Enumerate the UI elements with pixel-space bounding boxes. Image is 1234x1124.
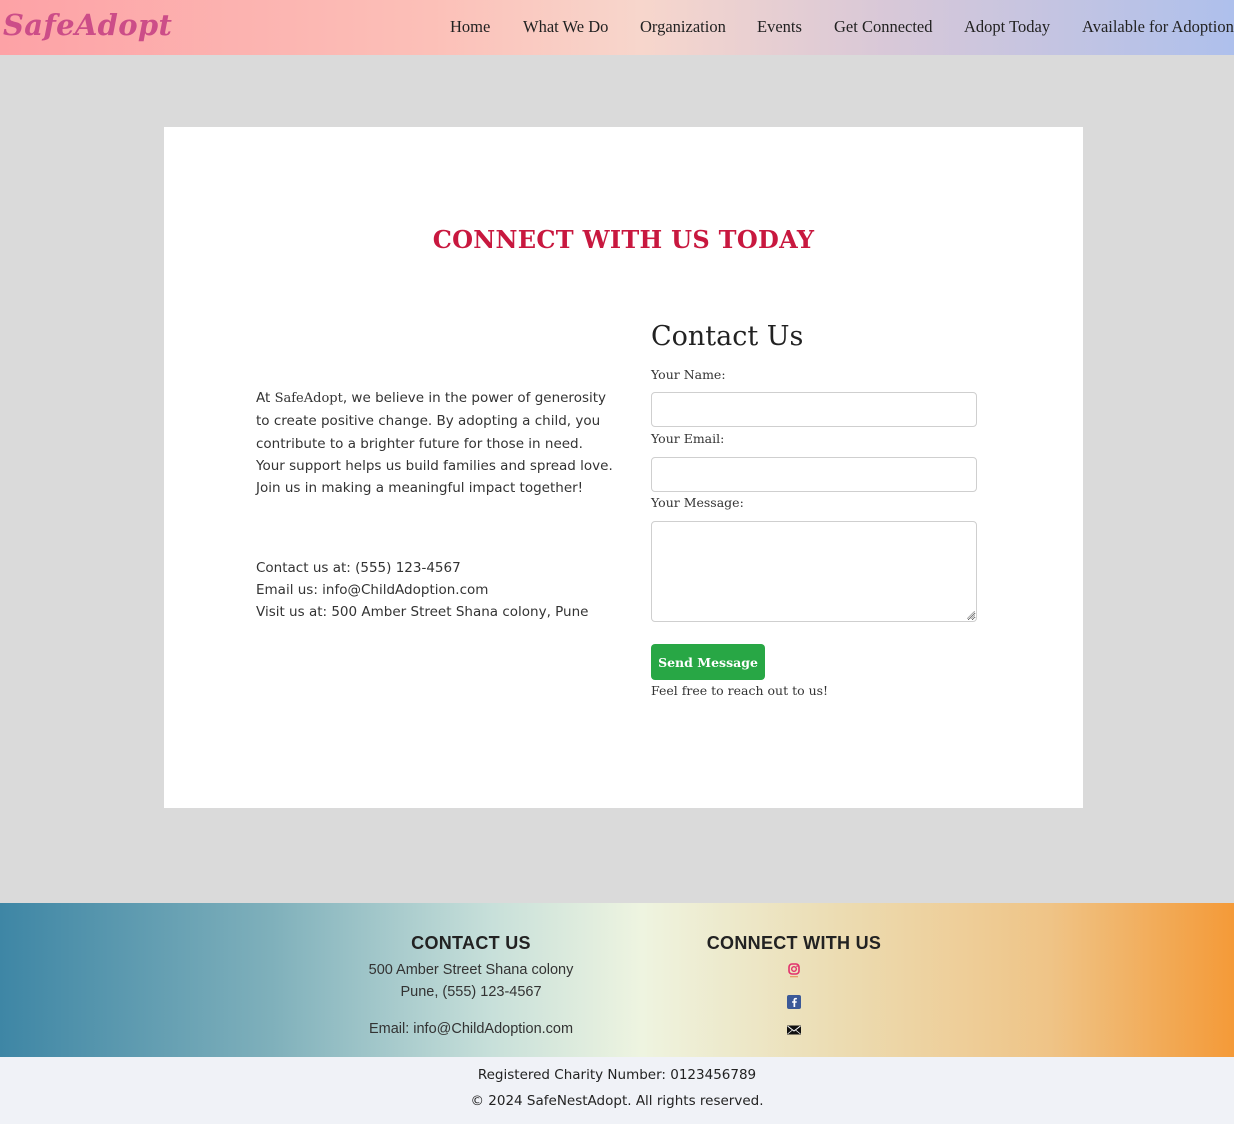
form-heading: Contact Us [651, 321, 804, 352]
message-field[interactable] [651, 521, 977, 622]
main-nav: Home What We Do Organization Events Get … [0, 17, 1234, 39]
contact-address: Visit us at: 500 Amber Street Shana colo… [256, 604, 589, 620]
footer: CONTACT US 500 Amber Street Shana colony… [0, 903, 1234, 1057]
intro-prefix: At [256, 390, 275, 406]
facebook-icon[interactable] [786, 994, 802, 1010]
intro-paragraph: At SafeAdopt, we believe in the power of… [256, 387, 614, 499]
nav-available-for-adoption[interactable]: Available for Adoption [1082, 17, 1234, 37]
charity-number: Registered Charity Number: 0123456789 [477, 1067, 757, 1083]
footer-address-line2: Pune, (555) 123-4567 [400, 984, 542, 1000]
footer-contact-heading: CONTACT US [411, 933, 531, 953]
nav-events[interactable]: Events [757, 17, 802, 37]
email-label: Your Email: [651, 431, 725, 446]
nav-adopt-today[interactable]: Adopt Today [964, 17, 1050, 37]
form-note: Feel free to reach out to us! [651, 683, 829, 698]
contact-card: CONNECT WITH US TODAY At SafeAdopt, we b… [164, 127, 1083, 808]
contact-email: Email us: info@ChildAdoption.com [256, 582, 489, 598]
email-field[interactable] [651, 457, 977, 492]
footer-connect-heading: CONNECT WITH US [706, 933, 882, 953]
intro-brand: SafeAdopt [274, 391, 343, 406]
nav-home[interactable]: Home [450, 17, 490, 37]
nav-get-connected[interactable]: Get Connected [834, 17, 933, 37]
contact-details: Contact us at: (555) 123-4567 Email us: … [256, 557, 656, 623]
mail-icon[interactable] [786, 1022, 802, 1038]
footer-email: Email: info@ChildAdoption.com [368, 1021, 574, 1037]
instagram-icon[interactable] [786, 963, 802, 979]
send-message-button[interactable]: Send Message [651, 644, 765, 680]
nav-organization[interactable]: Organization [640, 17, 726, 37]
footer-address-line1: 500 Amber Street Shana colony [368, 962, 574, 978]
page-title: CONNECT WITH US TODAY [432, 225, 815, 254]
name-field[interactable] [651, 392, 977, 427]
textarea-resize-handle[interactable] [967, 611, 975, 619]
contact-phone: Contact us at: (555) 123-4567 [256, 560, 461, 576]
top-navbar: SafeAdopt Home What We Do Organization E… [0, 0, 1234, 55]
name-label: Your Name: [651, 367, 726, 382]
copyright-bar: Registered Charity Number: 0123456789 © … [0, 1057, 1234, 1124]
copyright-text: © 2024 SafeNestAdopt. All rights reserve… [470, 1093, 764, 1109]
nav-what-we-do[interactable]: What We Do [523, 17, 608, 37]
message-label: Your Message: [651, 495, 744, 510]
